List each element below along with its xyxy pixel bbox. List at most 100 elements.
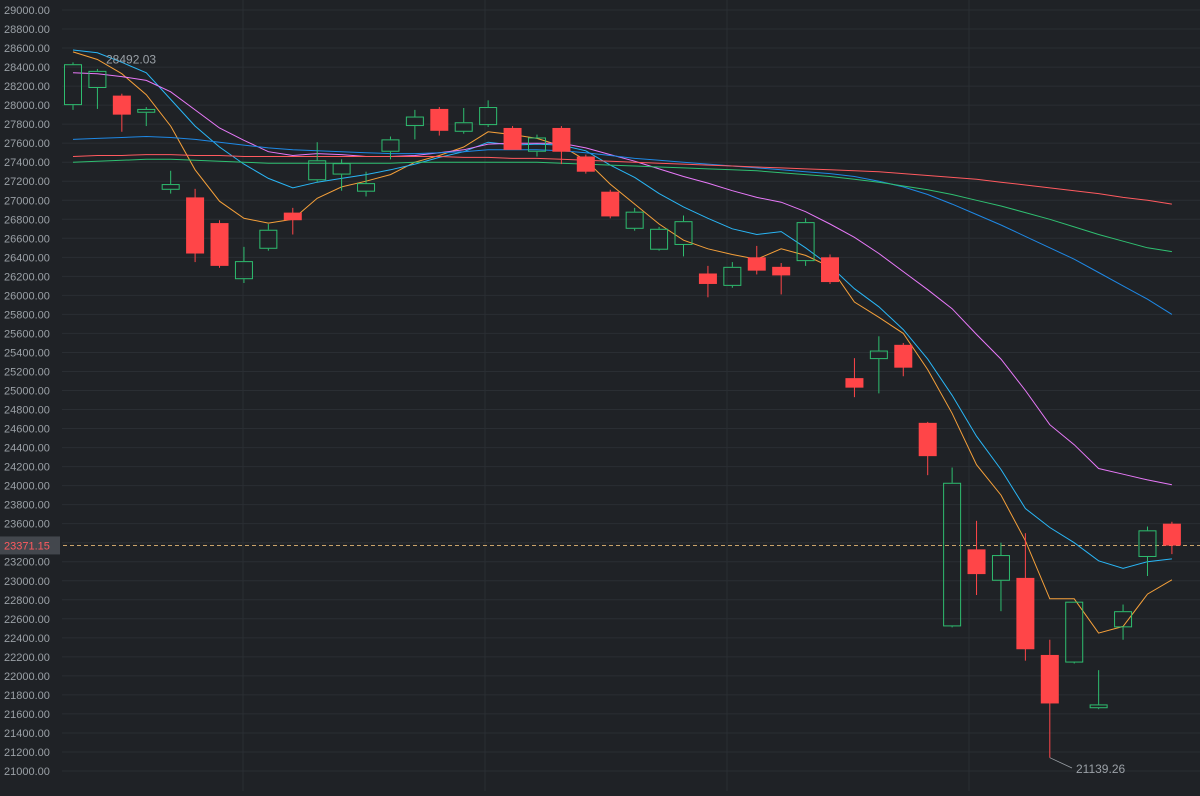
candle-down bbox=[845, 358, 864, 398]
candle-up bbox=[869, 336, 888, 394]
candlestick-chart: 21000.00 21200.00 21400.00 21600.00 21800.00… bbox=[0, 0, 1200, 791]
candle-down bbox=[430, 107, 449, 136]
y-tick-label: 27200.00 bbox=[4, 176, 50, 188]
candle-up bbox=[161, 170, 180, 194]
y-tick-label: 22400.00 bbox=[4, 633, 50, 645]
candle-body bbox=[186, 197, 205, 254]
candle-up bbox=[991, 542, 1010, 612]
chart-canvas: 21000.00 21200.00 21400.00 21600.00 21800.00… bbox=[0, 0, 1200, 791]
candle-body bbox=[210, 223, 229, 266]
candle-body bbox=[332, 163, 351, 175]
y-tick-label: 24200.00 bbox=[4, 462, 50, 474]
candle-body bbox=[381, 139, 400, 152]
candle-up bbox=[259, 224, 278, 251]
candle-up bbox=[88, 68, 107, 109]
candle-up bbox=[1138, 526, 1157, 576]
candle-body bbox=[821, 257, 840, 283]
candle-down bbox=[1040, 639, 1059, 758]
candle-up bbox=[234, 246, 253, 284]
candle-down bbox=[112, 93, 131, 132]
y-tick-label: 24400.00 bbox=[4, 443, 50, 455]
candle-body bbox=[698, 273, 717, 284]
y-tick-label: 26800.00 bbox=[4, 214, 50, 226]
candle-up bbox=[796, 218, 815, 266]
candle-up bbox=[527, 134, 546, 157]
candle-up bbox=[943, 467, 962, 628]
candle-up bbox=[454, 107, 473, 134]
candle-up bbox=[1065, 601, 1084, 664]
candle-down bbox=[772, 263, 791, 295]
y-tick-label: 27800.00 bbox=[4, 119, 50, 131]
y-tick-label: 24600.00 bbox=[4, 424, 50, 436]
candle-up bbox=[723, 262, 742, 288]
y-tick-label: 28600.00 bbox=[4, 43, 50, 55]
moving-average-line bbox=[72, 135, 1173, 315]
candle-up bbox=[479, 100, 498, 128]
candle-body bbox=[1138, 530, 1157, 557]
candle-up bbox=[1114, 604, 1133, 640]
y-tick-label: 22200.00 bbox=[4, 652, 50, 664]
moving-average-line bbox=[72, 158, 1172, 253]
y-tick-label: 21000.00 bbox=[4, 766, 50, 778]
current-price-label: 23371.15 bbox=[4, 540, 50, 552]
candle-up bbox=[137, 107, 156, 127]
candle-down bbox=[1162, 521, 1181, 555]
y-axis: 21000.00 21200.00 21400.00 21600.00 21800.00… bbox=[4, 5, 50, 778]
y-tick-label: 26000.00 bbox=[4, 290, 50, 302]
candle-body bbox=[625, 211, 644, 229]
candle-down bbox=[821, 254, 840, 284]
candle-body bbox=[357, 183, 376, 192]
candle-body bbox=[283, 212, 302, 221]
y-tick-label: 25200.00 bbox=[4, 366, 50, 378]
candle-body bbox=[64, 64, 82, 106]
candle-body bbox=[430, 108, 449, 131]
candle-body bbox=[674, 221, 693, 245]
candle-down bbox=[283, 207, 302, 235]
candle-down bbox=[967, 520, 986, 596]
candle-down bbox=[552, 126, 571, 165]
candle-body bbox=[967, 549, 986, 575]
candle-down bbox=[698, 265, 717, 298]
y-tick-label: 27000.00 bbox=[4, 195, 50, 207]
candle-body bbox=[137, 108, 156, 113]
current-price-line: 23371.15 bbox=[0, 536, 1200, 555]
candle-down bbox=[576, 154, 595, 174]
y-tick-label: 23000.00 bbox=[4, 576, 50, 588]
y-tick-label: 21200.00 bbox=[4, 747, 50, 759]
y-tick-label: 22600.00 bbox=[4, 614, 50, 626]
candle-body bbox=[259, 229, 278, 249]
y-tick-label: 26200.00 bbox=[4, 271, 50, 283]
y-tick-label: 22000.00 bbox=[4, 671, 50, 683]
candle-body bbox=[650, 228, 669, 250]
candle-body bbox=[112, 95, 131, 115]
y-tick-label: 26600.00 bbox=[4, 233, 50, 245]
y-tick-label: 23600.00 bbox=[4, 519, 50, 531]
y-tick-label: 22800.00 bbox=[4, 595, 50, 607]
y-tick-label: 21800.00 bbox=[4, 690, 50, 702]
low-price-label: 21139.26 bbox=[1076, 762, 1125, 776]
y-tick-label: 28800.00 bbox=[4, 24, 50, 36]
moving-average-line bbox=[72, 49, 1172, 569]
candle-down bbox=[186, 188, 205, 263]
y-tick-label: 23800.00 bbox=[4, 500, 50, 512]
candle-body bbox=[747, 257, 766, 271]
y-tick-label: 25000.00 bbox=[4, 386, 50, 398]
candle-body bbox=[1016, 577, 1035, 650]
y-tick-label: 26400.00 bbox=[4, 252, 50, 264]
y-tick-label: 28000.00 bbox=[4, 100, 50, 112]
candle-body bbox=[503, 127, 522, 150]
candle-down bbox=[601, 189, 620, 219]
candle-body bbox=[1162, 523, 1181, 546]
candle-body bbox=[894, 344, 913, 368]
low-price-leader-line bbox=[1049, 757, 1073, 769]
y-tick-label: 21400.00 bbox=[4, 728, 50, 740]
candle-body bbox=[772, 266, 791, 276]
moving-averages bbox=[72, 49, 1173, 634]
y-tick-label: 21600.00 bbox=[4, 709, 50, 721]
y-tick-label: 24800.00 bbox=[4, 405, 50, 417]
candle-body bbox=[918, 422, 937, 457]
y-tick-label: 27600.00 bbox=[4, 138, 50, 150]
candle-body bbox=[1089, 704, 1108, 709]
candle-body bbox=[991, 555, 1010, 581]
moving-average-line bbox=[72, 51, 1173, 634]
